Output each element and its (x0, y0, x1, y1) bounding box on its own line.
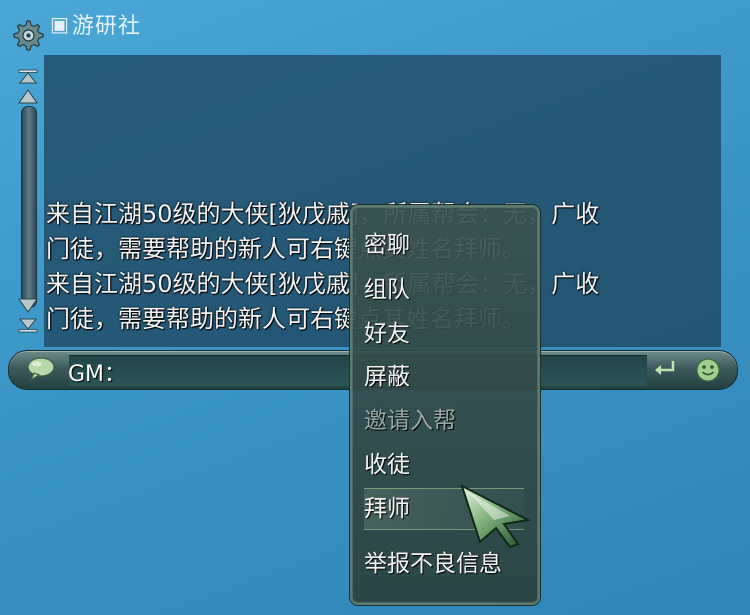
menu-item-private-chat[interactable]: 密聊 (364, 225, 524, 265)
mouse-cursor (458, 484, 534, 552)
chat-channel-label: GM： (68, 362, 127, 387)
watermark: ▣ 游研社 (50, 8, 141, 40)
chat-scrollbar[interactable] (16, 69, 40, 334)
scroll-up-icon (18, 89, 38, 104)
scroll-top-button[interactable] (16, 69, 40, 84)
emoji-button[interactable] (694, 356, 722, 388)
menu-item-friend[interactable]: 好友 (364, 314, 524, 354)
scroll-top-icon (18, 69, 38, 84)
menu-item-accept-apprentice[interactable]: 收徒 (364, 445, 524, 485)
scroll-bottom-button[interactable] (16, 318, 40, 333)
menu-item-invite-guild: 邀请入帮 (364, 408, 456, 434)
gear-icon (13, 20, 44, 51)
chat-bubble-icon (27, 357, 55, 382)
cursor-arrow-icon (460, 484, 532, 549)
menu-item-block[interactable]: 屏蔽 (364, 357, 524, 397)
watermark-logo-icon: ▣ (50, 12, 70, 36)
emoji-icon (696, 358, 720, 382)
chat-channel-button[interactable] (26, 356, 56, 386)
watermark-text: 游研社 (71, 14, 141, 39)
scroll-bottom-icon (18, 318, 38, 333)
enter-icon (655, 361, 675, 375)
menu-item-team[interactable]: 组队 (364, 270, 524, 310)
scroll-down-button[interactable] (16, 298, 40, 313)
scroll-rail[interactable] (21, 106, 37, 308)
scroll-down-icon (18, 298, 38, 313)
settings-button[interactable] (8, 16, 46, 54)
scroll-up-button[interactable] (16, 89, 40, 104)
send-button[interactable] (652, 358, 678, 384)
